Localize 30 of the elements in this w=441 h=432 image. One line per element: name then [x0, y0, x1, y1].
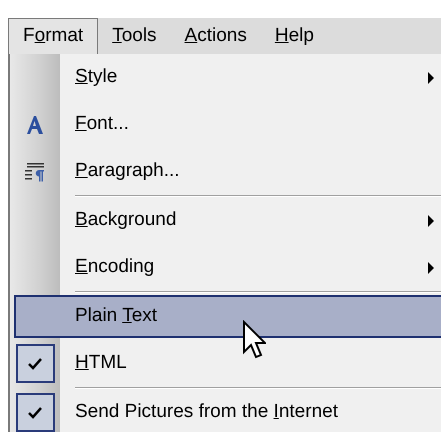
- menu-item[interactable]: Style: [60, 54, 441, 101]
- menu-item-label: Plain Text: [75, 304, 158, 328]
- menu-bar-item[interactable]: Help: [260, 18, 328, 54]
- submenu-arrow-icon: [428, 72, 434, 84]
- submenu-arrow-icon: [428, 262, 434, 274]
- menu-item-label: Font...: [75, 112, 130, 136]
- submenu-arrow-icon: [428, 214, 434, 226]
- menu-item[interactable]: Background: [60, 197, 441, 244]
- menu-bar-item[interactable]: Format: [8, 18, 98, 54]
- menu-bar-item[interactable]: Tools: [98, 18, 171, 54]
- menu-item-label: Send Pictures from the Internet: [75, 400, 339, 424]
- menu-item-label: Encoding: [75, 255, 156, 280]
- menu-item[interactable]: Encoding: [60, 244, 441, 291]
- menu-item[interactable]: Paragraph...: [60, 148, 441, 195]
- letter-a-icon: [24, 114, 46, 136]
- paragraph-icon: [24, 160, 46, 182]
- menu-item[interactable]: HTML: [60, 340, 441, 387]
- menu-item-label: Background: [75, 208, 178, 232]
- menu-item-label: HTML: [75, 351, 128, 376]
- checkmark-icon: [27, 356, 43, 370]
- menu-item[interactable]: Font...: [60, 101, 441, 148]
- checkbox[interactable]: [16, 344, 54, 383]
- checkmark-icon: [27, 406, 43, 420]
- menu-item[interactable]: Plain Text: [14, 295, 441, 338]
- menu-bar-item[interactable]: Actions: [170, 18, 261, 54]
- menu-item-label: Paragraph...: [75, 159, 181, 184]
- menu-item[interactable]: Send Pictures from the Internet: [60, 389, 441, 432]
- mouse-pointer-icon: [242, 320, 266, 360]
- menu-item-label: Style: [75, 65, 118, 90]
- checkbox[interactable]: [16, 393, 54, 432]
